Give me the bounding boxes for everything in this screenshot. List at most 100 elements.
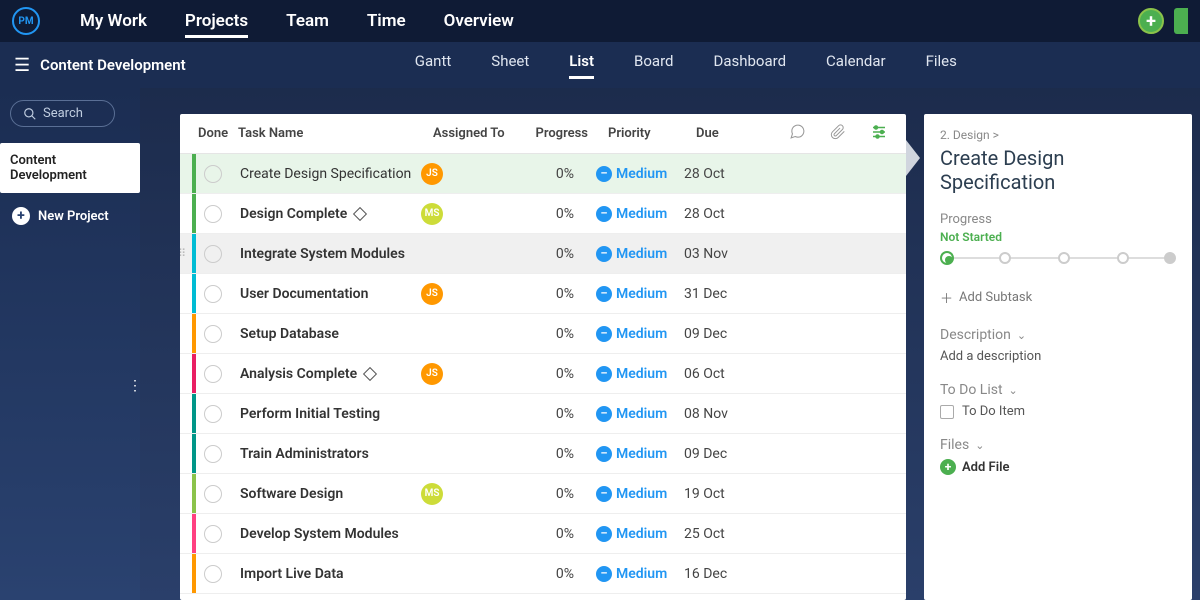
due-cell[interactable]: 19 Oct [684,486,764,502]
tab-dashboard[interactable]: Dashboard [714,52,787,79]
topnav-projects[interactable]: Projects [185,11,248,38]
avatar[interactable]: JS [421,363,443,385]
due-cell[interactable]: 25 Oct [684,526,764,542]
task-name[interactable]: Develop System Modules [226,526,421,542]
task-row[interactable]: ⠿ Integrate System Modules 0%–Medium03 Nov [180,234,906,274]
done-checkbox[interactable] [204,205,222,223]
avatar[interactable]: JS [421,163,443,185]
priority-cell[interactable]: –Medium [596,286,684,302]
priority-cell[interactable]: –Medium [596,486,684,502]
progress-slider[interactable] [940,250,1176,266]
progress-cell[interactable]: 0% [516,566,596,582]
assignee-cell[interactable]: MS [421,203,516,225]
attachment-icon[interactable] [830,124,846,144]
task-name[interactable]: Setup Database [226,326,421,342]
due-cell[interactable]: 03 Nov [684,246,764,262]
task-row[interactable]: Analysis Complete JS0%–Medium06 Oct [180,354,906,394]
topnav-time[interactable]: Time [367,11,406,35]
task-name[interactable]: User Documentation [226,286,421,302]
global-add-button[interactable]: + [1138,8,1164,34]
done-checkbox[interactable] [204,365,222,383]
avatar[interactable]: MS [421,203,443,225]
progress-cell[interactable]: 0% [516,446,596,462]
description-section[interactable]: Description ⌄ [940,327,1176,343]
tab-sheet[interactable]: Sheet [491,52,529,79]
task-row[interactable]: Perform Initial Testing 0%–Medium08 Nov [180,394,906,434]
assignee-cell[interactable]: JS [421,363,516,385]
avatar[interactable]: JS [421,283,443,305]
topnav-team[interactable]: Team [286,11,329,35]
col-name[interactable]: Task Name [238,126,433,141]
hamburger-icon[interactable]: ☰ [14,55,30,76]
progress-cell[interactable]: 0% [516,326,596,342]
progress-cell[interactable]: 0% [516,406,596,422]
progress-cell[interactable]: 0% [516,166,596,182]
task-row[interactable]: Create Design SpecificationJS 0%–Medium28… [180,154,906,194]
priority-cell[interactable]: –Medium [596,206,684,222]
priority-cell[interactable]: –Medium [596,326,684,342]
col-due[interactable]: Due [696,126,776,141]
add-subtask-button[interactable]: ＋ Add Subtask [940,288,1176,307]
done-checkbox[interactable] [204,165,222,183]
files-section[interactable]: Files ⌄ [940,437,1176,453]
progress-cell[interactable]: 0% [516,366,596,382]
progress-cell[interactable]: 0% [516,246,596,262]
topnav-my-work[interactable]: My Work [80,11,147,35]
priority-cell[interactable]: –Medium [596,166,684,182]
search-input[interactable]: Search [10,100,115,127]
topnav-overview[interactable]: Overview [444,11,514,35]
breadcrumb[interactable]: 2. Design > [940,128,1176,142]
header-green-box[interactable] [1174,8,1188,34]
due-cell[interactable]: 09 Dec [684,446,764,462]
task-name[interactable]: Integrate System Modules [226,246,421,262]
done-checkbox[interactable] [204,405,222,423]
task-row[interactable]: User DocumentationJS 0%–Medium31 Dec [180,274,906,314]
col-done[interactable]: Done [198,126,238,141]
sidebar-collapse-icon[interactable]: ⋮ [128,378,142,394]
assignee-cell[interactable]: MS [421,483,516,505]
task-name[interactable]: Design Complete [226,206,421,222]
drag-handle-icon[interactable]: ⠿ [180,247,186,260]
done-checkbox[interactable] [204,285,222,303]
due-cell[interactable]: 28 Oct [684,206,764,222]
due-cell[interactable]: 09 Dec [684,326,764,342]
col-priority[interactable]: Priority [608,126,696,141]
priority-cell[interactable]: –Medium [596,526,684,542]
checkbox-icon[interactable] [940,405,954,419]
task-row[interactable]: Develop System Modules 0%–Medium25 Oct [180,514,906,554]
priority-cell[interactable]: –Medium [596,406,684,422]
tab-board[interactable]: Board [634,52,673,79]
done-checkbox[interactable] [204,445,222,463]
task-name[interactable]: Create Design Specification [226,166,421,182]
task-row[interactable]: Train Administrators 0%–Medium09 Dec [180,434,906,474]
progress-cell[interactable]: 0% [516,526,596,542]
progress-cell[interactable]: 0% [516,286,596,302]
due-cell[interactable]: 16 Dec [684,566,764,582]
col-progress[interactable]: Progress [528,126,608,141]
due-cell[interactable]: 06 Oct [684,366,764,382]
done-checkbox[interactable] [204,565,222,583]
comment-icon[interactable] [789,123,806,144]
done-checkbox[interactable] [204,525,222,543]
progress-cell[interactable]: 0% [516,206,596,222]
due-cell[interactable]: 08 Nov [684,406,764,422]
priority-cell[interactable]: –Medium [596,446,684,462]
priority-cell[interactable]: –Medium [596,566,684,582]
todo-item[interactable]: To Do Item [940,404,1176,419]
done-checkbox[interactable] [204,325,222,343]
task-row[interactable]: Setup Database 0%–Medium09 Dec [180,314,906,354]
due-cell[interactable]: 28 Oct [684,166,764,182]
priority-cell[interactable]: –Medium [596,246,684,262]
task-name[interactable]: Perform Initial Testing [226,406,421,422]
tab-files[interactable]: Files [926,52,957,79]
tab-list[interactable]: List [569,52,594,79]
filter-icon[interactable] [870,123,888,145]
col-assigned[interactable]: Assigned To [433,126,528,141]
done-checkbox[interactable] [204,485,222,503]
progress-cell[interactable]: 0% [516,486,596,502]
due-cell[interactable]: 31 Dec [684,286,764,302]
task-name[interactable]: Train Administrators [226,446,421,462]
task-row[interactable]: Software DesignMS0%–Medium19 Oct [180,474,906,514]
assignee-cell[interactable]: JS [421,163,516,185]
new-project-button[interactable]: + New Project [10,203,130,229]
